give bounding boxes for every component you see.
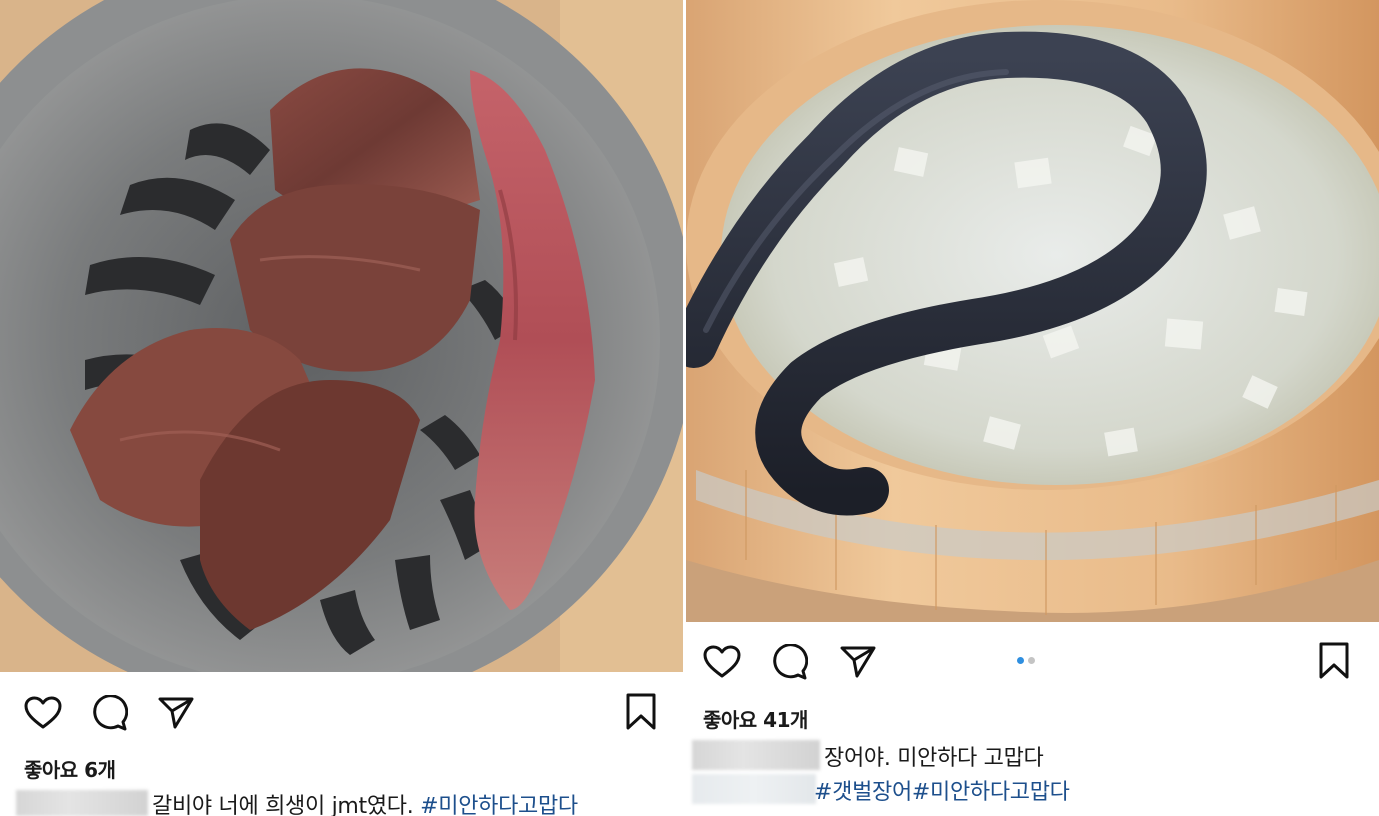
username-redacted — [692, 740, 820, 770]
heart-icon[interactable] — [702, 642, 742, 682]
carousel-indicator — [1017, 657, 1035, 664]
right-post: 좋아요 41개 장어야. 미안하다 고맙다 #갯벌장어#미안하다고맙다 — [686, 0, 1379, 816]
hashtag-link[interactable]: #미안하다고맙다 — [420, 794, 578, 816]
bookmark-icon[interactable] — [1314, 641, 1354, 681]
grilled-galbi-photo[interactable] — [0, 0, 683, 672]
bookmark-icon[interactable] — [621, 692, 661, 732]
carousel-dot-active — [1017, 657, 1024, 664]
like-count[interactable]: 좋아요 6개 — [24, 754, 116, 783]
comment-icon[interactable] — [90, 693, 130, 733]
hashtag-link[interactable]: #갯벌장어#미안하다고맙다 — [814, 774, 1070, 806]
caption-redacted — [692, 774, 816, 804]
left-post: 좋아요 6개 갈비야 너에 희생이 jmt였다. #미안하다고맙다 — [0, 0, 683, 816]
username-redacted — [16, 790, 148, 816]
eel-bucket-photo[interactable] — [686, 0, 1379, 622]
carousel-dot — [1028, 657, 1035, 664]
caption-text: 갈비야 너에 희생이 jmt였다. — [152, 794, 421, 816]
heart-icon[interactable] — [23, 693, 63, 733]
share-icon[interactable] — [156, 693, 196, 733]
comment-icon[interactable] — [770, 642, 810, 682]
like-count[interactable]: 좋아요 41개 — [703, 704, 808, 733]
share-icon[interactable] — [838, 642, 878, 682]
post-caption: 장어야. 미안하다 고맙다 — [824, 746, 1044, 771]
post-caption: 갈비야 너에 희생이 jmt였다. #미안하다고맙다 — [152, 788, 578, 816]
